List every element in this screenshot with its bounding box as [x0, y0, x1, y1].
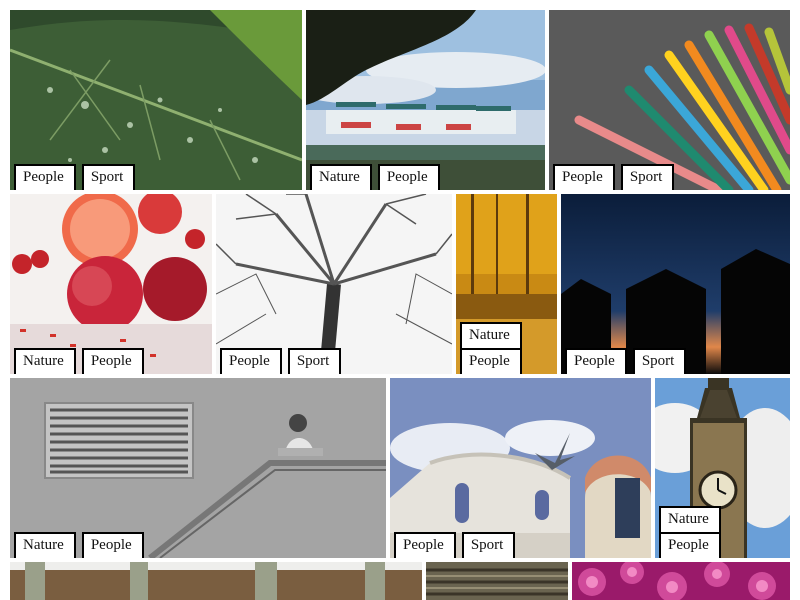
tag-sport[interactable]: Sport	[287, 348, 342, 374]
concrete-image	[10, 378, 386, 558]
photo-tile-night-sheds[interactable]: People Sport	[561, 194, 790, 374]
photo-tile-lake-boats[interactable]: Nature People	[306, 10, 545, 190]
tag-nature[interactable]: Nature	[14, 348, 76, 374]
tag-people[interactable]: People	[14, 164, 76, 190]
photo-tile-big-ben[interactable]: Nature People	[655, 378, 790, 558]
tag-people[interactable]: People	[460, 348, 522, 374]
photo-tile-leaf-droplets[interactable]: People Sport	[10, 10, 302, 190]
tag-people[interactable]: People	[377, 164, 440, 190]
flower-image	[572, 562, 790, 600]
photo-tile-fruit-still-life[interactable]: Nature People	[10, 194, 212, 374]
tag-sport[interactable]: Sport	[620, 164, 675, 190]
tag-people[interactable]: People	[553, 164, 615, 190]
sheds-image	[561, 194, 790, 374]
tag-nature[interactable]: Nature	[310, 164, 372, 190]
photo-tile-building-facade[interactable]	[10, 562, 422, 600]
photo-tile-pigeon-rooftop[interactable]: People Sport	[390, 378, 651, 558]
tag-nature[interactable]: Nature	[460, 322, 522, 348]
facade-image	[10, 562, 422, 600]
photo-tile-concrete-woman[interactable]: Nature People	[10, 378, 386, 558]
photo-tile-autumn-forest[interactable]: Nature People	[456, 194, 557, 374]
tag-nature[interactable]: Nature	[14, 532, 76, 558]
photo-tile-colored-pencils[interactable]: People Sport	[549, 10, 790, 190]
tag-people[interactable]: People	[394, 532, 456, 558]
photo-tile-bare-tree[interactable]: People Sport	[216, 194, 452, 374]
tag-sport[interactable]: Sport	[632, 348, 687, 374]
tag-sport[interactable]: Sport	[81, 164, 136, 190]
lake-image	[306, 10, 545, 190]
tag-sport[interactable]: Sport	[461, 532, 516, 558]
pencils-image	[549, 10, 790, 190]
leaf-image	[10, 10, 302, 190]
tree-image	[216, 194, 452, 374]
photo-tile-pink-flower[interactable]	[572, 562, 790, 600]
tag-people[interactable]: People	[659, 532, 721, 558]
tag-people[interactable]: People	[81, 348, 144, 374]
tag-people[interactable]: People	[220, 348, 282, 374]
rooftop-image	[390, 378, 651, 558]
fruit-image	[10, 194, 212, 374]
tag-people[interactable]: People	[565, 348, 627, 374]
ceiling-image	[426, 562, 568, 600]
photo-tile-wooden-ceiling[interactable]	[426, 562, 568, 600]
tag-nature[interactable]: Nature	[659, 506, 721, 532]
tag-people[interactable]: People	[81, 532, 144, 558]
